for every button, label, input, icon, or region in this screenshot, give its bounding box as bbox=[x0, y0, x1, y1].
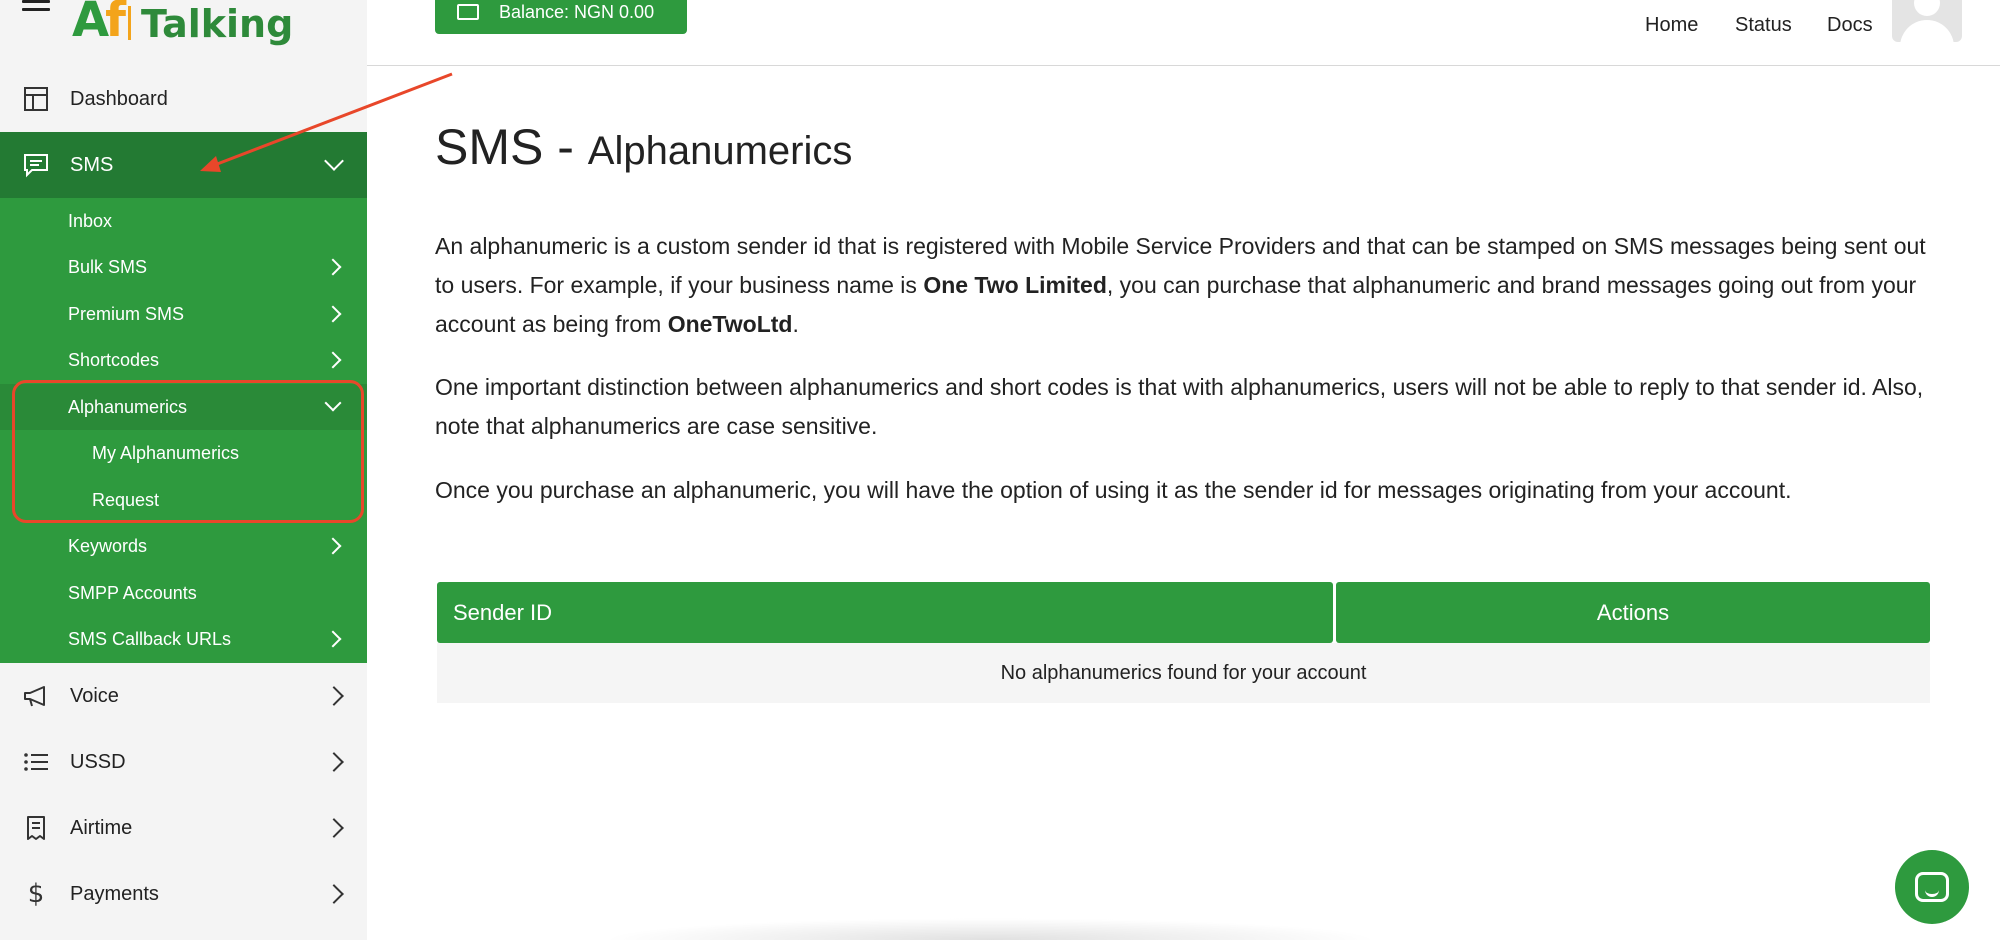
sidebar-item-payments[interactable]: $ Payments bbox=[0, 861, 367, 927]
chevron-right-icon bbox=[324, 818, 344, 838]
message-icon bbox=[22, 151, 50, 179]
column-header-sender-id: Sender ID bbox=[437, 582, 1333, 643]
chat-button[interactable] bbox=[1895, 850, 1969, 924]
sidebar-item-label: Bulk SMS bbox=[68, 256, 148, 277]
annotation-highlight-box bbox=[12, 380, 364, 523]
sidebar-item-premium-sms[interactable]: Premium SMS bbox=[0, 291, 367, 337]
avatar[interactable] bbox=[1892, 0, 1962, 42]
logo-row: Af Talking bbox=[0, 0, 367, 52]
sidebar-item-label: SMS Callback URLs bbox=[68, 628, 232, 649]
chevron-right-icon bbox=[324, 351, 342, 369]
sidebar-item-smpp-accounts[interactable]: SMPP Accounts bbox=[0, 570, 367, 616]
sidebar-item-sms-callback-urls[interactable]: SMS Callback URLs bbox=[0, 616, 367, 662]
balance-button[interactable]: Balance: NGN 0.00 bbox=[435, 0, 687, 34]
alphanumerics-table: Sender ID Actions No alphanumerics found… bbox=[437, 582, 1930, 703]
chevron-down-icon bbox=[324, 151, 344, 171]
sidebar-item-bulk-sms[interactable]: Bulk SMS bbox=[0, 244, 367, 290]
list-icon bbox=[22, 748, 50, 776]
sidebar-item-voice[interactable]: Voice bbox=[0, 663, 367, 729]
sidebar-item-label: Airtime bbox=[70, 816, 133, 839]
page-title: SMS - Alphanumerics bbox=[435, 119, 853, 175]
wallet-icon bbox=[457, 4, 479, 20]
sidebar-item-shortcodes[interactable]: Shortcodes bbox=[0, 337, 367, 383]
chevron-right-icon bbox=[324, 884, 344, 904]
sidebar-item-label: Keywords bbox=[68, 535, 148, 556]
sidebar-item-label: USSD bbox=[70, 750, 126, 773]
header-link-docs[interactable]: Docs bbox=[1827, 14, 1873, 37]
chevron-right-icon bbox=[324, 305, 342, 323]
sidebar-item-label: SMS bbox=[70, 153, 114, 176]
header-link-home[interactable]: Home bbox=[1645, 14, 1698, 37]
dashboard-icon bbox=[22, 85, 50, 113]
chevron-right-icon bbox=[324, 537, 342, 555]
logo-text: Talking bbox=[141, 2, 294, 46]
table-empty-row: No alphanumerics found for your account bbox=[437, 643, 1930, 703]
top-header: Balance: NGN 0.00 Home Status Docs bbox=[367, 0, 2000, 66]
logo-divider bbox=[128, 6, 132, 40]
dollar-icon: $ bbox=[27, 879, 45, 909]
sidebar-item-label: Shortcodes bbox=[68, 349, 160, 370]
header-link-status[interactable]: Status bbox=[1735, 14, 1792, 37]
megaphone-icon bbox=[22, 682, 50, 710]
chevron-right-icon bbox=[324, 258, 342, 276]
popup-shadow bbox=[600, 918, 1380, 940]
sidebar-item-label: Voice bbox=[70, 684, 119, 707]
column-header-actions: Actions bbox=[1336, 582, 1930, 643]
sidebar-item-label: Premium SMS bbox=[68, 303, 185, 324]
balance-label: Balance: NGN 0.00 bbox=[499, 1, 655, 22]
purchase-paragraph: Once you purchase an alphanumeric, you w… bbox=[435, 477, 1792, 503]
receipt-icon bbox=[22, 814, 50, 842]
sidebar-item-keywords[interactable]: Keywords bbox=[0, 523, 367, 569]
chevron-right-icon bbox=[324, 686, 344, 706]
sidebar-item-inbox[interactable]: Inbox bbox=[0, 198, 367, 244]
intro-paragraph: An alphanumeric is a custom sender id th… bbox=[435, 233, 1926, 337]
table-header-row: Sender ID Actions bbox=[437, 582, 1930, 643]
logo-mark: Af bbox=[72, 0, 126, 48]
sidebar-item-label: SMPP Accounts bbox=[68, 582, 197, 603]
chat-icon bbox=[1915, 872, 1949, 902]
sidebar-item-label: Dashboard bbox=[70, 87, 168, 110]
chevron-right-icon bbox=[324, 752, 344, 772]
sidebar-item-ussd[interactable]: USSD bbox=[0, 729, 367, 795]
chevron-right-icon bbox=[324, 630, 342, 648]
sidebar-item-airtime[interactable]: Airtime bbox=[0, 795, 367, 861]
hamburger-menu-icon[interactable] bbox=[22, 0, 50, 20]
sidebar-item-label: Inbox bbox=[68, 210, 113, 231]
distinction-paragraph: One important distinction between alphan… bbox=[435, 374, 1924, 439]
sidebar-item-label: Payments bbox=[70, 882, 159, 905]
sidebar: Af Talking Dashboard SMS Inbox Bulk SMS … bbox=[0, 0, 367, 940]
sidebar-item-sms[interactable]: SMS bbox=[0, 132, 367, 198]
logo[interactable]: Af Talking bbox=[72, 0, 293, 44]
sidebar-item-dashboard[interactable]: Dashboard bbox=[0, 66, 367, 132]
